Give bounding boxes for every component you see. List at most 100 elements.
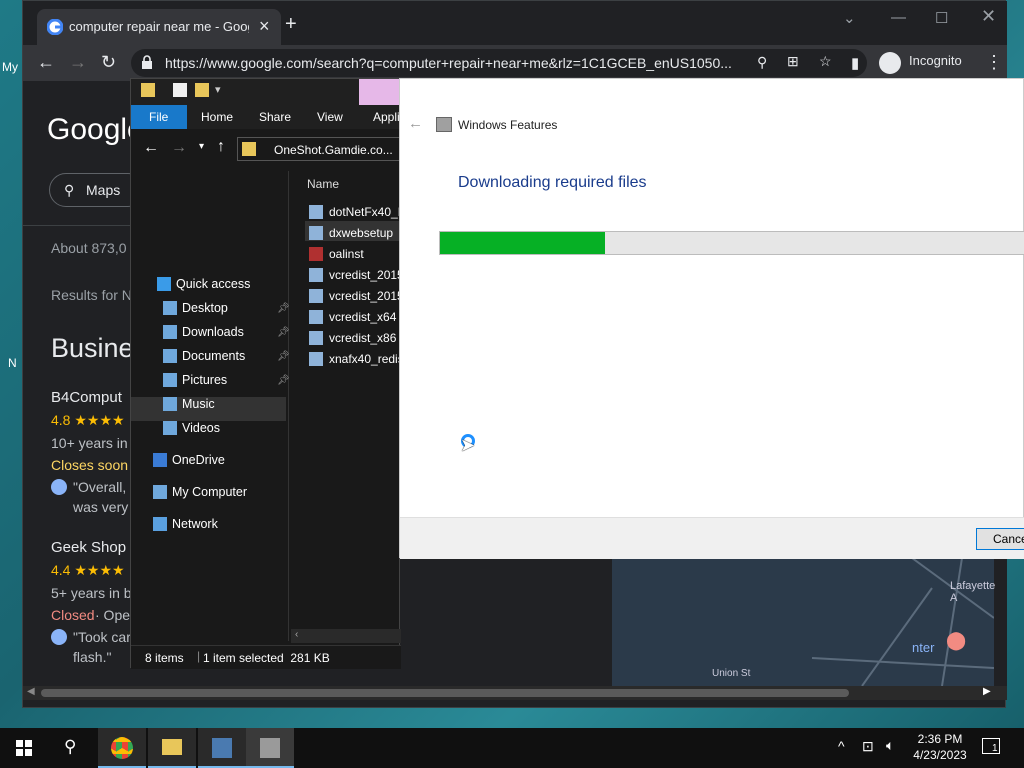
address-bar[interactable]: https://www.google.com/search?q=computer… [131, 49, 867, 77]
windows-features-icon [260, 738, 280, 758]
business-name[interactable]: Geek Shop [51, 539, 126, 556]
taskbar-windows-features[interactable] [246, 728, 294, 768]
incognito-label[interactable]: Incognito [909, 53, 962, 68]
search-icon: ⚲ [64, 737, 77, 756]
desktop-icon-label-fragment: My [2, 60, 18, 74]
reload-icon[interactable]: ↻ [101, 52, 116, 73]
tab-search-icon[interactable]: ⌄ [843, 9, 856, 27]
file-name: vcredist_2015 [329, 289, 404, 303]
section-heading: Busine [51, 333, 134, 363]
folder-icon [242, 142, 256, 156]
pin-icon[interactable]: 📌︎ [277, 351, 290, 362]
file-name: vcredist_2015 [329, 268, 404, 282]
map-marker-icon[interactable]: ⬤ [946, 630, 966, 651]
taskbar-file-explorer[interactable] [148, 728, 196, 768]
google-favicon-icon [46, 18, 64, 36]
quick-access-toolbar: ▾ [131, 79, 401, 105]
setup-file-icon [309, 352, 323, 366]
side-panel-icon[interactable]: ▮ [851, 54, 859, 72]
address-path: OneShot.Gamdie.co... [274, 143, 393, 157]
setup-app-icon [212, 738, 232, 758]
setup-file-icon [309, 247, 323, 261]
file-name: xnafx40_redis [329, 352, 404, 366]
nav-item-label: Music [182, 397, 215, 411]
properties-icon[interactable] [173, 83, 187, 97]
forward-icon[interactable]: → [69, 52, 87, 73]
scroll-left-icon[interactable]: ‹ [295, 629, 298, 640]
ribbon-tab-view[interactable]: View [317, 110, 343, 124]
menu-icon[interactable]: ⋮ [985, 52, 1003, 73]
review-snippet: "Overall, I [73, 479, 134, 495]
new-folder-icon[interactable] [195, 83, 209, 97]
desktop-icon [163, 301, 177, 315]
review-snippet: "Took car [73, 629, 131, 645]
ribbon-tab-share[interactable]: Share [259, 110, 291, 124]
close-window-icon[interactable]: ✕ [981, 6, 996, 27]
music-icon [163, 397, 177, 411]
setup-file-icon [309, 289, 323, 303]
forward-icon[interactable]: → [171, 139, 187, 157]
back-icon[interactable]: ← [408, 115, 423, 132]
network-icon[interactable]: ⊡ [862, 738, 874, 755]
pin-icon[interactable]: 📌︎ [277, 327, 290, 338]
browser-toolbar: ← → ↻ https://www.google.com/search?q=co… [23, 45, 1007, 81]
pin-icon[interactable]: 📌︎ [277, 375, 290, 386]
map-label: Union St [712, 668, 751, 679]
progress-bar [439, 231, 1024, 255]
search-button[interactable]: ⚲ [48, 728, 96, 768]
minimize-icon[interactable]: — [891, 9, 906, 26]
windows-features-icon [436, 117, 452, 132]
scroll-left-icon[interactable]: ◀ [27, 686, 35, 697]
ribbon-tab-label: File [149, 110, 169, 124]
taskbar-chrome[interactable] [98, 728, 146, 768]
computer-icon [153, 485, 167, 499]
file-name: dxwebsetup [329, 226, 394, 240]
taskbar-app[interactable] [198, 728, 246, 768]
video-icon [163, 421, 177, 435]
pin-icon[interactable]: 📌︎ [277, 303, 290, 314]
action-center-icon[interactable]: 1 [982, 738, 1000, 754]
clock-date: 4/23/2023 [913, 748, 967, 762]
clock[interactable]: 2:36 PM 4/23/2023 [905, 732, 975, 762]
map-label: nter [912, 640, 935, 655]
file-list-hscrollbar[interactable]: ‹ [291, 629, 401, 643]
file-name: vcredist_x86 [329, 331, 397, 345]
new-tab-icon[interactable]: + [285, 13, 297, 36]
map-preview[interactable]: Lafayette A nter Union St ⬤ [612, 558, 995, 686]
review-snippet-cont: was very [73, 499, 129, 515]
business-name[interactable]: B4Comput [51, 389, 122, 406]
show-hidden-icons[interactable]: ^ [838, 738, 845, 754]
setup-file-icon [309, 310, 323, 324]
horizontal-scrollbar[interactable]: ◀ ▶ [23, 686, 1007, 700]
star-icon [157, 277, 171, 291]
back-icon[interactable]: ← [143, 139, 159, 157]
ribbon-tab-application[interactable]: Appli [373, 110, 400, 124]
volume-icon[interactable]: 🔈︎ [886, 737, 894, 754]
column-header-name[interactable]: Name [307, 177, 339, 191]
notification-count: 1 [992, 743, 998, 754]
ribbon-tab-file[interactable]: File [131, 105, 187, 129]
scroll-thumb[interactable] [41, 689, 849, 697]
nav-item-label: Downloads [182, 325, 244, 339]
maximize-icon[interactable]: ☐ [935, 9, 948, 27]
ribbon-tab-home[interactable]: Home [201, 110, 233, 124]
selection-info: 1 item selected 281 KB [203, 651, 330, 665]
address-box[interactable]: OneShot.Gamdie.co... [237, 137, 401, 161]
cancel-button[interactable]: Cance [976, 528, 1024, 550]
tab-title: computer repair near me - Google [69, 19, 249, 34]
close-tab-icon[interactable]: × [259, 16, 270, 37]
scroll-right-icon[interactable]: ▶ [983, 686, 991, 697]
recent-locations-icon[interactable]: ▾ [199, 141, 204, 152]
start-button[interactable] [0, 728, 48, 768]
cursor-icon: ➤ [460, 435, 476, 455]
install-app-icon[interactable]: ⊞ [787, 53, 799, 70]
back-icon[interactable]: ← [37, 52, 55, 73]
folder-icon [141, 83, 155, 97]
file-name: oalinst [329, 247, 364, 261]
location-icon[interactable]: ⚲ [757, 54, 767, 71]
bookmark-star-icon[interactable]: ☆ [819, 53, 832, 70]
chrome-icon [111, 737, 133, 759]
qat-dropdown-icon[interactable]: ▾ [215, 83, 221, 96]
browser-tab[interactable]: computer repair near me - Google × [37, 9, 281, 45]
up-icon[interactable]: ↑ [217, 138, 225, 156]
